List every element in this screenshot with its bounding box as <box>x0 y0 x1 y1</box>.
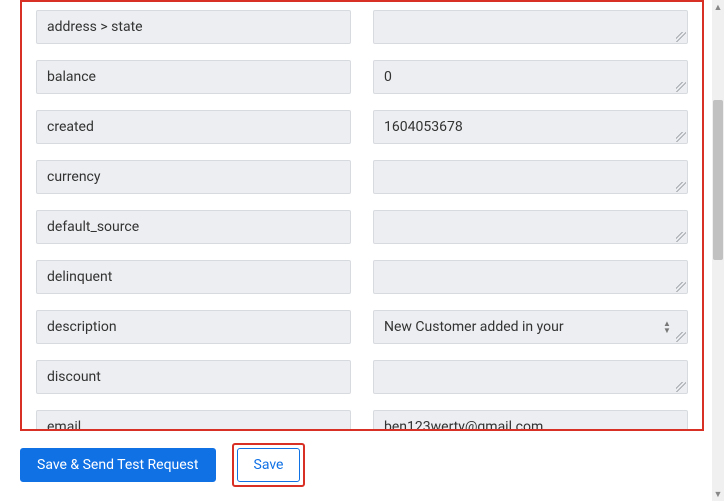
scroll-up-arrow[interactable]: ▲ <box>710 0 726 14</box>
field-row-currency: currency <box>22 152 702 202</box>
field-key[interactable]: created <box>36 110 351 144</box>
field-row-default-source: default_source <box>22 202 702 252</box>
vertical-scrollbar[interactable]: ▲ ▼ <box>710 0 726 501</box>
field-key[interactable]: description <box>36 310 351 344</box>
field-row-discount: discount <box>22 352 702 402</box>
field-row-email: email <box>22 402 702 431</box>
field-key[interactable]: balance <box>36 60 351 94</box>
save-button-highlight: Save <box>232 443 306 487</box>
save-button[interactable]: Save <box>237 448 301 482</box>
save-and-send-test-request-button[interactable]: Save & Send Test Request <box>20 448 216 482</box>
field-row-balance: balance <box>22 52 702 102</box>
field-value[interactable] <box>373 410 688 431</box>
scroll-down-arrow[interactable]: ▼ <box>710 487 726 501</box>
field-value[interactable] <box>373 160 688 194</box>
field-row-created: created <box>22 102 702 152</box>
scrollbar-thumb[interactable] <box>713 100 723 260</box>
field-key[interactable]: email <box>36 410 351 431</box>
field-value[interactable] <box>373 360 688 394</box>
field-value[interactable] <box>373 10 688 44</box>
field-row-description: description▲▼ <box>22 302 702 352</box>
field-value[interactable] <box>373 260 688 294</box>
field-key[interactable]: default_source <box>36 210 351 244</box>
field-value[interactable] <box>373 310 688 344</box>
field-value[interactable] <box>373 210 688 244</box>
field-key[interactable]: discount <box>36 360 351 394</box>
field-value[interactable] <box>373 60 688 94</box>
field-key[interactable]: delinquent <box>36 260 351 294</box>
field-row-delinquent: delinquent <box>22 252 702 302</box>
field-value[interactable] <box>373 110 688 144</box>
field-row-address-state: address > state <box>22 2 702 52</box>
field-key[interactable]: currency <box>36 160 351 194</box>
field-key[interactable]: address > state <box>36 10 351 44</box>
field-mapping-panel: address > state balance created currency def… <box>20 0 704 431</box>
action-button-row: Save & Send Test Request Save <box>20 443 704 501</box>
